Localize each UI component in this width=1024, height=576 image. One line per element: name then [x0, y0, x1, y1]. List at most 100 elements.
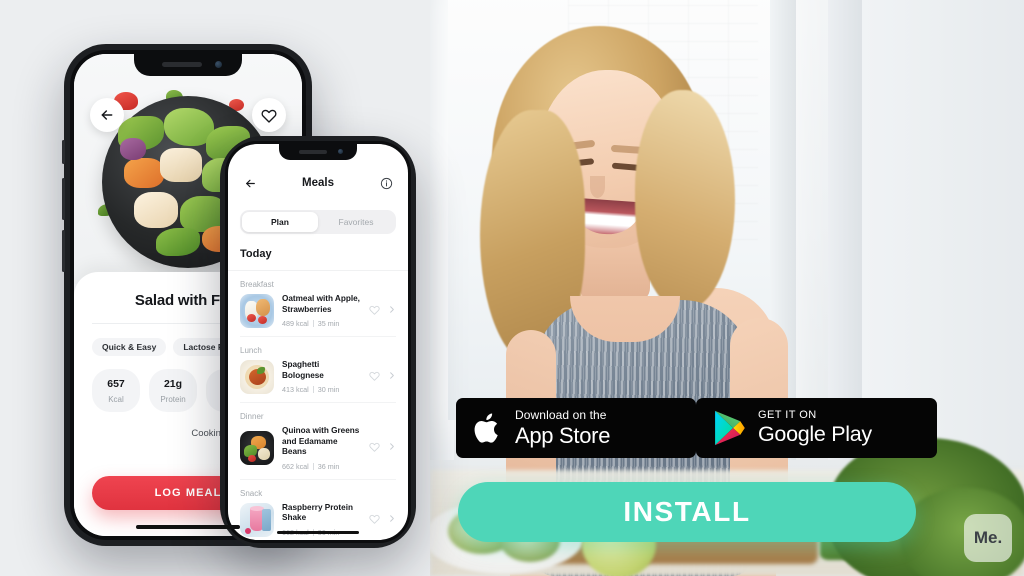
- app-store-small-text: Download on the: [515, 408, 607, 422]
- meal-thumbnail: [240, 294, 274, 328]
- meal-thumbnail: [240, 502, 274, 537]
- google-play-large-text: Google Play: [758, 422, 872, 447]
- chevron-right-icon: [390, 372, 394, 379]
- meal-actions: [369, 439, 396, 457]
- meal-group-label: Snack: [240, 488, 263, 498]
- back-button[interactable]: [90, 98, 124, 132]
- woman-hair-right: [635, 90, 735, 310]
- macro-protein: 21g Protein: [149, 369, 197, 412]
- install-button[interactable]: INSTALL: [458, 482, 916, 542]
- meal-kcal: 489 kcal: [282, 319, 309, 328]
- macro-label: Protein: [160, 395, 186, 404]
- meal-actions: [369, 511, 396, 529]
- favorite-button[interactable]: [252, 98, 286, 132]
- separator: [312, 462, 314, 470]
- app-store-large-text: App Store: [515, 423, 611, 448]
- meal-group-label: Dinner: [240, 412, 264, 421]
- phone-mockup-meals: Meals Plan Favorites Today Breakfast Oat…: [220, 136, 416, 548]
- watermark-logo: Me.: [964, 514, 1012, 562]
- wall-right: [862, 0, 1024, 460]
- tab-favorites[interactable]: Favorites: [318, 212, 394, 232]
- row-divider: [240, 336, 396, 337]
- page-title: Meals: [302, 177, 334, 189]
- list-item[interactable]: Quinoa with Greens and Edamame Beans 662…: [240, 426, 396, 471]
- macro-label: Kcal: [108, 395, 124, 404]
- meal-kcal: 413 kcal: [282, 385, 309, 394]
- meal-title: Quinoa with Greens and Edamame Beans: [282, 426, 360, 456]
- row-divider: [240, 402, 396, 403]
- heart-icon: [369, 443, 380, 453]
- open-meal-button[interactable]: [388, 511, 396, 529]
- tab-plan[interactable]: Plan: [242, 212, 318, 232]
- info-circle-icon: [380, 177, 392, 189]
- arrow-left-icon: [101, 110, 113, 120]
- macro-value: 657: [107, 378, 125, 390]
- row-divider: [240, 478, 396, 480]
- earpiece-speaker: [162, 62, 202, 67]
- google-play-text: GET IT ON Google Play: [758, 410, 872, 446]
- heart-icon: [369, 371, 380, 381]
- app-store-text: Download on the App Store: [515, 409, 610, 447]
- front-camera: [338, 149, 343, 154]
- macro-value: 21g: [163, 378, 183, 390]
- favorite-button[interactable]: [369, 302, 380, 320]
- meals-screen: Meals Plan Favorites Today Breakfast Oat…: [228, 144, 408, 540]
- meal-thumbnail: [240, 360, 274, 394]
- open-meal-button[interactable]: [388, 368, 396, 386]
- phone-button-volume-down[interactable]: [62, 230, 65, 272]
- list-item[interactable]: Oatmeal with Apple, Strawberries 489 kca…: [240, 294, 396, 328]
- heart-icon: [369, 305, 380, 315]
- meal-info: Spaghetti Bolognese 413 kcal 30 min: [282, 360, 361, 394]
- apple-logo-icon: [472, 411, 502, 446]
- heart-icon: [261, 109, 277, 123]
- meal-title: Spaghetti Bolognese: [282, 360, 324, 380]
- meals-tab-switcher: Plan Favorites: [240, 210, 396, 234]
- google-play-small-text: GET IT ON: [758, 409, 817, 422]
- chevron-right-icon: [390, 443, 394, 450]
- open-meal-button[interactable]: [388, 302, 396, 320]
- meal-time: 36 min: [317, 461, 340, 471]
- heart-icon: [369, 514, 380, 524]
- front-camera: [215, 61, 222, 68]
- recipe-tag[interactable]: Quick & Easy: [92, 338, 167, 356]
- chevron-right-icon: [390, 306, 394, 313]
- meal-kcal: 662 kcal: [282, 461, 309, 471]
- google-play-icon: [713, 410, 746, 446]
- favorite-button[interactable]: [369, 511, 380, 529]
- home-indicator[interactable]: [136, 525, 240, 529]
- separator: [312, 386, 314, 393]
- phone-notch: [134, 54, 242, 76]
- info-button[interactable]: [378, 175, 394, 191]
- app-store-badge[interactable]: Download on the App Store: [456, 398, 696, 458]
- meal-title: Oatmeal with Apple, Strawberries: [282, 294, 360, 314]
- meal-subtitle: 489 kcal 35 min: [282, 319, 361, 328]
- arrow-left-icon: [245, 179, 255, 187]
- meal-actions: [369, 368, 396, 386]
- phone-button-volume-up[interactable]: [62, 178, 65, 220]
- meal-subtitle: 413 kcal 30 min: [282, 385, 361, 394]
- macro-kcal: 657 Kcal: [92, 369, 140, 412]
- meal-thumbnail: [240, 431, 274, 466]
- meal-group-label: Breakfast: [240, 280, 274, 289]
- separator: [312, 320, 314, 327]
- meal-actions: [369, 302, 396, 320]
- woman-nose: [590, 176, 605, 198]
- open-meal-button[interactable]: [388, 439, 396, 457]
- meal-title: Raspberry Protein Shake: [282, 502, 353, 523]
- chevron-right-icon: [390, 514, 394, 522]
- section-title-today: Today: [240, 248, 272, 260]
- window-frame-right-outer: [828, 0, 862, 460]
- list-item[interactable]: Spaghetti Bolognese 413 kcal 30 min: [240, 360, 396, 394]
- back-button[interactable]: [242, 175, 258, 191]
- meal-time: 30 min: [317, 385, 340, 394]
- google-play-badge[interactable]: GET IT ON Google Play: [696, 398, 937, 458]
- meal-group-label: Lunch: [240, 346, 262, 355]
- phone-notch: [279, 144, 357, 160]
- list-divider: [228, 270, 408, 271]
- favorite-button[interactable]: [369, 439, 380, 457]
- favorite-button[interactable]: [369, 368, 380, 386]
- meal-info: Quinoa with Greens and Edamame Beans 662…: [282, 426, 361, 471]
- phone-button-mute[interactable]: [62, 140, 65, 164]
- meal-subtitle: 662 kcal 36 min: [282, 462, 361, 471]
- home-indicator[interactable]: [277, 530, 359, 534]
